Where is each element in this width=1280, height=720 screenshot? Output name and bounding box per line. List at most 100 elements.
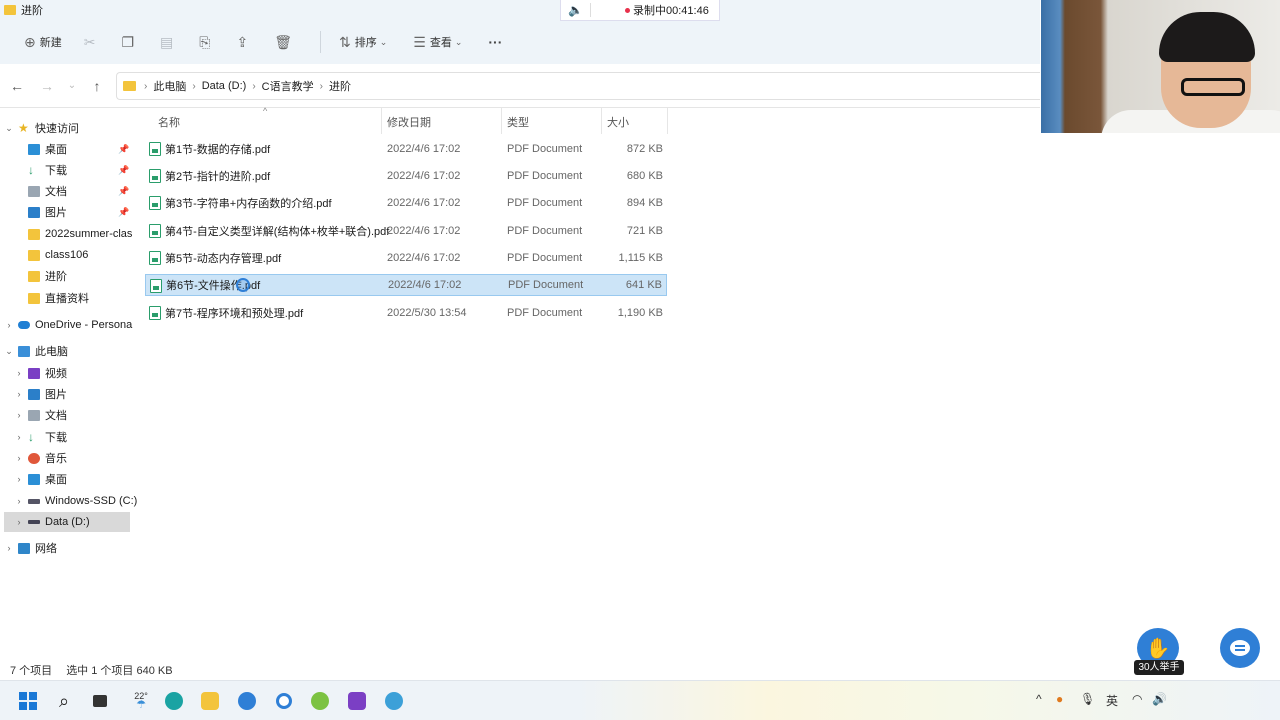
pin-icon[interactable]: 📌 (118, 165, 129, 176)
view-button[interactable]: ☰ 查看 ⌄ (405, 27, 474, 57)
chat-button[interactable] (1220, 628, 1260, 668)
breadcrumb-data-drive[interactable]: Data (D:) (202, 80, 247, 92)
start-button[interactable] (16, 689, 40, 713)
more-button[interactable]: ··· (480, 27, 510, 57)
column-name[interactable]: 名称 (158, 114, 180, 130)
share-icon: ⇪ (236, 33, 249, 50)
sidebar-item-desktop[interactable]: 桌面 📌 (28, 139, 129, 159)
sidebar-item-downloads[interactable]: ↓ 下载 📌 (28, 160, 129, 180)
expand-chevron-icon[interactable]: › (14, 389, 24, 399)
sidebar-item-pc-documents[interactable]: › 文档 (14, 405, 67, 425)
file-size: 872 KB (626, 143, 663, 155)
expand-chevron-icon[interactable]: › (14, 474, 24, 484)
expand-chevron-icon[interactable]: › (4, 320, 14, 330)
pin-icon[interactable]: 📌 (118, 144, 129, 155)
pin-icon[interactable]: 📌 (118, 207, 129, 218)
column-date[interactable]: 修改日期 (387, 114, 431, 130)
expand-chevron-icon[interactable]: › (14, 368, 24, 378)
pin-icon[interactable]: 📌 (118, 186, 129, 197)
visual-studio-app[interactable] (345, 689, 369, 713)
breadcrumb-advanced[interactable]: 进阶 (329, 78, 351, 94)
file-row[interactable]: 第5节-动态内存管理.pdf 2022/4/6 17:02 PDF Docume… (145, 247, 667, 269)
column-type[interactable]: 类型 (507, 114, 529, 130)
sidebar-this-pc[interactable]: ⌄ 此电脑 (4, 341, 68, 361)
classroom-app[interactable] (235, 689, 259, 713)
trash-icon: 🗑 (274, 33, 292, 50)
mouse-cursor-icon (236, 278, 250, 292)
file-size: 1,115 KB (618, 252, 663, 264)
sidebar-item-live-materials[interactable]: 直播资料 (28, 288, 89, 308)
paste-button[interactable]: ▤ (152, 27, 185, 57)
share-button[interactable]: ⇪ (228, 27, 260, 57)
expand-chevron-icon[interactable]: › (14, 410, 24, 420)
sidebar-item-2022summer[interactable]: 2022summer-clas (28, 224, 132, 244)
sidebar-network[interactable]: › 网络 (4, 538, 57, 558)
pdf-file-icon (149, 224, 161, 238)
sidebar-item-d-drive[interactable]: › Data (D:) (4, 512, 130, 532)
file-row[interactable]: 第4节-自定义类型详解(结构体+枚举+联合).pdf 2022/4/6 17:0… (145, 220, 667, 242)
file-row[interactable]: 第3节-字符串+内存函数的介绍.pdf 2022/4/6 17:02 PDF D… (145, 192, 667, 214)
tray-overflow-icon[interactable]: ^ (1036, 692, 1042, 706)
weather-widget[interactable]: 22° ☂ (126, 689, 156, 713)
chrome-app[interactable] (272, 689, 296, 713)
sidebar-quick-access[interactable]: ⌄ ★ 快速访问 (4, 118, 79, 138)
edge-app[interactable] (162, 689, 186, 713)
cloud-icon (18, 321, 30, 329)
file-row[interactable]: 第7节-程序环境和预处理.pdf 2022/5/30 13:54 PDF Doc… (145, 302, 667, 324)
music-icon (28, 452, 40, 464)
delete-button[interactable]: 🗑 (266, 27, 304, 57)
sidebar-item-pc-desktop[interactable]: › 桌面 (14, 469, 67, 489)
expand-chevron-icon[interactable]: ⌄ (4, 123, 14, 134)
breadcrumb-c-course[interactable]: C语言教学 (262, 78, 314, 94)
search-icon[interactable]: ⌕ (52, 689, 76, 713)
pdf-file-icon (149, 251, 161, 265)
sidebar-item-class106[interactable]: class106 (28, 245, 88, 265)
sidebar-item-pictures[interactable]: 图片 📌 (28, 202, 129, 222)
file-row-selected[interactable]: 第6节-文件操作.pdf 2022/4/6 17:02 PDF Document… (145, 274, 667, 296)
copy-button[interactable]: ❐ (113, 27, 146, 57)
app-globe[interactable] (382, 689, 406, 713)
sidebar-item-advanced[interactable]: 进阶 (28, 266, 67, 286)
expand-chevron-icon[interactable]: › (4, 543, 14, 553)
sidebar-item-documents[interactable]: 文档 📌 (28, 181, 129, 201)
task-view-button[interactable] (88, 689, 112, 713)
ime-indicator[interactable]: 英 (1106, 692, 1118, 709)
sort-button[interactable]: ⇅ 排序 ⌄ (331, 27, 399, 57)
network-icon (18, 542, 30, 554)
expand-chevron-icon[interactable]: ⌄ (4, 346, 14, 357)
app-green[interactable] (308, 689, 332, 713)
file-row[interactable]: 第2节-指针的进阶.pdf 2022/4/6 17:02 PDF Documen… (145, 165, 667, 187)
sidebar-onedrive[interactable]: › OneDrive - Persona (4, 315, 133, 335)
cut-button[interactable]: ✂ (76, 27, 108, 57)
forward-arrow-icon[interactable]: → (32, 78, 62, 94)
expand-chevron-icon[interactable]: › (14, 432, 24, 442)
new-button[interactable]: ⊕ 新建 (16, 27, 70, 57)
recent-chevron-icon[interactable]: ⌄ (62, 80, 82, 91)
speaker-muted-icon[interactable]: 🔈 (561, 3, 591, 17)
file-type: PDF Document (507, 143, 583, 155)
explorer-app[interactable] (198, 689, 222, 713)
breadcrumb-this-pc[interactable]: 此电脑 (153, 78, 186, 94)
wifi-icon[interactable]: ◠ (1132, 692, 1142, 706)
pdf-file-icon (149, 169, 161, 183)
tray-app-icon[interactable]: ● (1056, 692, 1063, 706)
up-arrow-icon[interactable]: ↑ (82, 78, 112, 94)
back-arrow-icon[interactable]: ← (2, 78, 32, 94)
chat-bubble-icon (1230, 640, 1250, 656)
sidebar-item-c-drive[interactable]: › Windows-SSD (C:) (14, 491, 138, 511)
sidebar-item-videos[interactable]: › 视频 (14, 363, 67, 383)
expand-chevron-icon[interactable]: › (14, 496, 24, 506)
microphone-icon[interactable]: 🎙 (1080, 692, 1095, 706)
file-date: 2022/4/6 17:02 (387, 225, 461, 237)
expand-chevron-icon[interactable]: › (14, 453, 24, 463)
expand-chevron-icon[interactable]: › (14, 517, 24, 527)
file-row[interactable]: 第1节-数据的存储.pdf 2022/4/6 17:02 PDF Documen… (145, 138, 667, 160)
volume-icon[interactable]: 🔊 (1152, 692, 1167, 706)
sidebar-item-pc-pictures[interactable]: › 图片 (14, 384, 67, 404)
sidebar-item-music[interactable]: › 音乐 (14, 448, 67, 468)
rename-button[interactable]: ⎘ (191, 27, 222, 57)
column-size[interactable]: 大小 (607, 114, 629, 130)
address-box[interactable]: › 此电脑 › Data (D:) › C语言教学 › 进阶 (116, 72, 1040, 100)
view-label: 查看 (429, 37, 452, 49)
sidebar-item-pc-downloads[interactable]: › ↓ 下载 (14, 427, 68, 447)
